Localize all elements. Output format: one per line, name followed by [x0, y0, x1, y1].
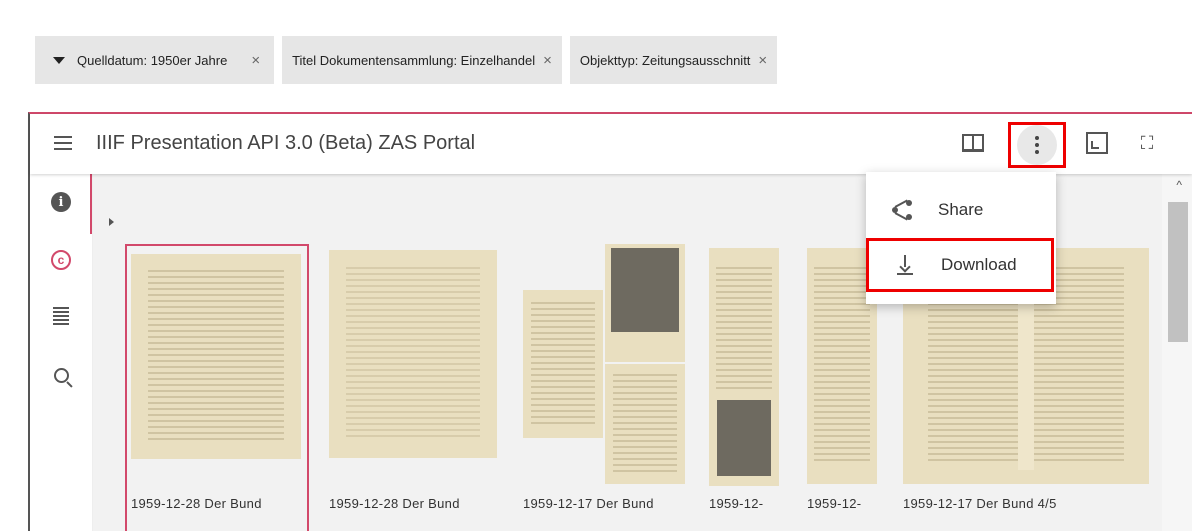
thumbnail-image [605, 244, 685, 362]
menu-item-label: Download [941, 255, 1017, 274]
list-icon[interactable] [48, 304, 74, 330]
left-sidebar: i c [30, 174, 93, 531]
viewer-toolbar: IIIF Presentation API 3.0 (Beta) ZAS Por… [30, 114, 1192, 174]
more-options-menu: Share Download [866, 172, 1056, 304]
thumbnail-image [605, 364, 685, 484]
more-vert-icon[interactable] [1017, 125, 1057, 165]
filter-chip-collection[interactable]: Titel Dokumentensammlung: Einzelhandel × [282, 36, 562, 84]
share-icon [866, 199, 938, 221]
filter-chip-date[interactable]: Quelldatum: 1950er Jahre [35, 36, 238, 84]
scrollbar-thumb[interactable] [1168, 202, 1188, 342]
thumbnail-item[interactable]: 1959-12-17 Der Bund [523, 244, 693, 531]
filter-chip-label: Objekttyp: Zeitungsausschnitt [579, 52, 751, 68]
book-view-icon[interactable] [958, 128, 988, 158]
fullscreen-icon[interactable]: ⛶ [1132, 128, 1162, 158]
copyright-icon[interactable]: c [51, 250, 71, 270]
more-options-button[interactable] [1008, 122, 1066, 168]
thumbnail-item[interactable]: 1959-12-28 Der Bund [125, 244, 309, 531]
filter-bar: Quelldatum: 1950er Jahre × Titel Dokumen… [35, 36, 778, 84]
menu-item-label: Share [938, 200, 984, 219]
close-icon[interactable]: × [251, 52, 260, 69]
thumbnail-image [329, 250, 497, 458]
filter-chip-label: Titel Dokumentensammlung: Einzelhandel [292, 52, 536, 68]
filter-chip-type[interactable]: Objekttyp: Zeitungsausschnitt × [569, 36, 778, 84]
menu-item-download[interactable]: Download [866, 238, 1054, 292]
thumbnail-image [709, 248, 779, 486]
scroll-up-icon[interactable]: ^ [1176, 178, 1182, 192]
info-icon[interactable]: i [51, 192, 71, 212]
download-icon [869, 255, 941, 275]
filter-remove-date[interactable]: × [237, 36, 275, 84]
thumbnail-image [131, 254, 301, 459]
thumbnail-label: 1959-12-28 Der Bund [329, 496, 460, 511]
window-icon[interactable] [1082, 128, 1112, 158]
thumbnail-label: 1959-12-17 Der Bund [523, 496, 654, 511]
thumbnail-label: 1959-12-28 Der Bund [131, 496, 262, 511]
close-icon[interactable]: × [543, 52, 552, 69]
menu-item-share[interactable]: Share [866, 182, 1056, 238]
caret-down-icon[interactable] [53, 56, 65, 64]
close-icon[interactable]: × [758, 52, 767, 69]
hamburger-menu-icon[interactable] [54, 136, 72, 150]
expand-arrow-icon[interactable] [109, 218, 114, 226]
search-icon[interactable] [48, 362, 74, 388]
thumbnail-label: 1959-12-17 Der Bund 4/5 [903, 496, 1057, 511]
thumbnail-item[interactable]: 1959-12- [709, 244, 789, 531]
thumbnail-label: 1959-12- [807, 496, 862, 511]
active-indicator [90, 174, 92, 234]
thumbnail-label: 1959-12- [709, 496, 764, 511]
thumbnail-item[interactable]: 1959-12-28 Der Bund [327, 244, 507, 531]
filter-chip-label: Quelldatum: 1950er Jahre [77, 52, 228, 68]
thumbnail-image [523, 290, 603, 438]
viewer-title: IIIF Presentation API 3.0 (Beta) ZAS Por… [96, 132, 476, 154]
